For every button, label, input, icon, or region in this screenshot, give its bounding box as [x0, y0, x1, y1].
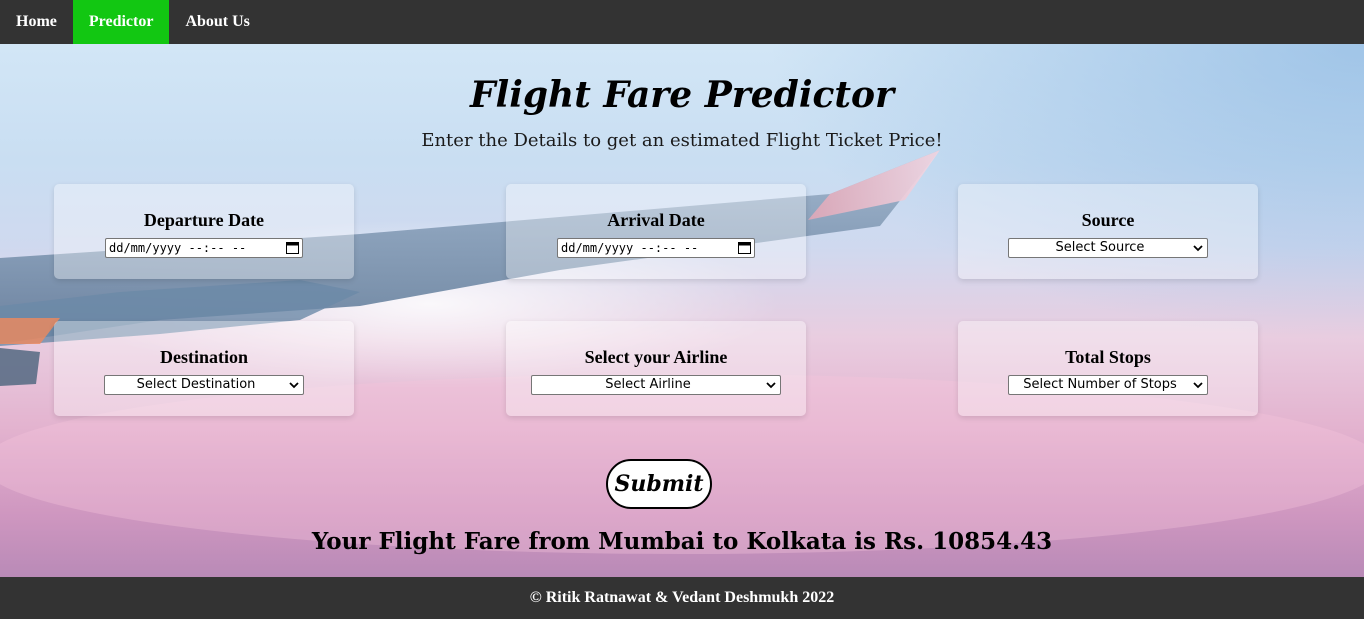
arrival-date-label: Arrival Date: [607, 210, 705, 230]
airline-label: Select your Airline: [584, 347, 728, 367]
chevron-down-icon: [289, 382, 299, 389]
total-stops-selected-value: Select Number of Stops: [1023, 377, 1177, 392]
airline-card: Select your Airline Select Airline: [506, 321, 806, 416]
destination-selected-value: Select Destination: [136, 377, 256, 392]
chevron-down-icon: [766, 382, 776, 389]
departure-date-card: Departure Date dd/mm/yyyy --:-- --: [54, 184, 354, 279]
page-subtitle: Enter the Details to get an estimated Fl…: [421, 130, 943, 151]
source-card: Source Select Source: [958, 184, 1258, 279]
destination-card: Destination Select Destination: [54, 321, 354, 416]
departure-date-label: Departure Date: [143, 210, 265, 230]
chevron-down-icon: [1193, 245, 1203, 252]
arrival-date-input[interactable]: dd/mm/yyyy --:-- --: [557, 238, 755, 258]
calendar-icon[interactable]: [286, 241, 299, 254]
total-stops-label: Total Stops: [1065, 347, 1151, 367]
source-select[interactable]: Select Source: [1008, 238, 1208, 258]
arrival-date-value: dd/mm/yyyy --:-- --: [561, 241, 699, 255]
nav-link-predictor[interactable]: Predictor: [72, 0, 170, 44]
calendar-icon[interactable]: [738, 241, 751, 254]
destination-label: Destination: [159, 347, 248, 367]
hero-section: Flight Fare Predictor Enter the Details …: [0, 44, 1364, 577]
nav-link-home[interactable]: Home: [0, 0, 73, 44]
nav-link-about-us[interactable]: About Us: [169, 0, 265, 44]
submit-button[interactable]: Submit: [606, 459, 712, 509]
source-label: Source: [1081, 210, 1135, 230]
navbar: Home Predictor About Us: [0, 0, 1364, 44]
footer: © Ritik Ratnawat & Vedant Deshmukh 2022: [0, 577, 1364, 619]
departure-date-input[interactable]: dd/mm/yyyy --:-- --: [105, 238, 303, 258]
footer-copyright: © Ritik Ratnawat & Vedant Deshmukh 2022: [529, 589, 835, 606]
departure-date-value: dd/mm/yyyy --:-- --: [109, 241, 247, 255]
total-stops-select[interactable]: Select Number of Stops: [1008, 375, 1208, 395]
destination-select[interactable]: Select Destination: [104, 375, 304, 395]
chevron-down-icon: [1193, 382, 1203, 389]
airline-select[interactable]: Select Airline: [531, 375, 781, 395]
source-selected-value: Select Source: [1055, 240, 1145, 255]
fare-result-text: Your Flight Fare from Mumbai to Kolkata …: [311, 528, 1053, 555]
arrival-date-card: Arrival Date dd/mm/yyyy --:-- --: [506, 184, 806, 279]
airline-selected-value: Select Airline: [605, 377, 691, 392]
page-title: Flight Fare Predictor: [469, 74, 895, 116]
total-stops-card: Total Stops Select Number of Stops: [958, 321, 1258, 416]
